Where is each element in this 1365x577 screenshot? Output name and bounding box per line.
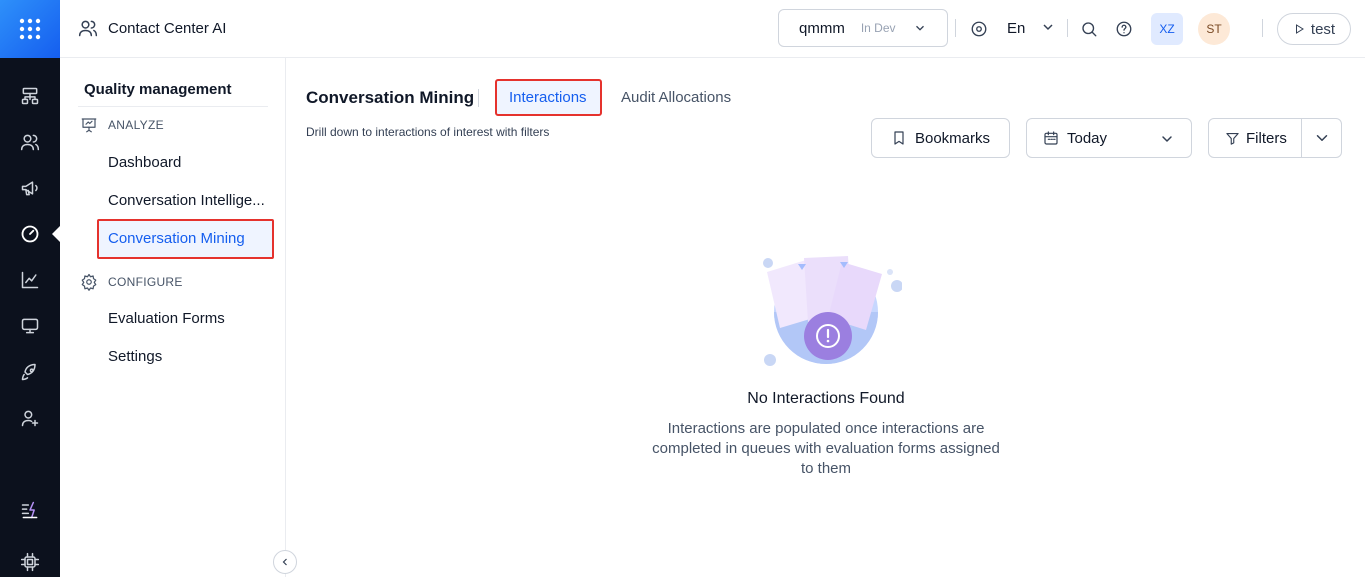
help-icon[interactable] <box>1114 19 1134 39</box>
filter-icon <box>1226 132 1239 145</box>
calendar-icon <box>1044 131 1058 145</box>
lightning-menu-icon[interactable] <box>18 498 42 522</box>
page-subtitle: Drill down to interactions of interest w… <box>306 125 550 139</box>
language-selector[interactable]: En <box>1007 20 1025 37</box>
section-configure: CONFIGURE <box>80 273 183 291</box>
sidebar-item-conversation-intelligence[interactable]: Conversation Intellige... <box>108 192 265 209</box>
chevron-down-icon[interactable] <box>1040 19 1056 35</box>
line-chart-icon[interactable] <box>18 268 42 292</box>
app-title: Contact Center AI <box>78 18 226 38</box>
presentation-chart-icon <box>81 118 97 133</box>
workspace-avatar[interactable]: XZ <box>1151 13 1183 45</box>
section-analyze: ANALYZE <box>80 116 164 134</box>
record-icon[interactable] <box>969 19 989 39</box>
workspace-env: In Dev <box>860 21 896 35</box>
divider <box>955 19 956 37</box>
users-icon <box>78 20 98 37</box>
page-title: Conversation Mining <box>306 88 475 107</box>
date-range-label: Today <box>1067 129 1108 147</box>
section-analyze-label: ANALYZE <box>108 118 164 132</box>
main-content: Conversation Mining Interactions Audit A… <box>286 58 1365 577</box>
gauge-icon[interactable] <box>18 222 42 246</box>
sidebar-title: Quality management <box>84 81 232 98</box>
workspace-name: qmmm <box>799 19 845 37</box>
chevron-down-icon <box>916 25 924 31</box>
bookmarks-button[interactable]: Bookmarks <box>871 118 1010 158</box>
play-icon <box>1295 24 1304 34</box>
chip-icon[interactable] <box>18 550 42 574</box>
add-user-icon[interactable] <box>18 406 42 430</box>
chevron-down-icon <box>1316 135 1327 141</box>
flow-icon[interactable] <box>18 84 42 108</box>
app-launcher-button[interactable] <box>0 0 60 58</box>
divider <box>78 106 268 107</box>
filters-dropdown-button[interactable] <box>1302 119 1341 157</box>
sidebar-item-conversation-mining[interactable]: Conversation Mining <box>108 230 245 247</box>
divider <box>1262 19 1263 37</box>
app-rail <box>0 0 60 577</box>
filters-control: Filters <box>1208 118 1342 158</box>
test-button[interactable]: test <box>1277 13 1351 45</box>
empty-state-description: Interactions are populated once interact… <box>652 420 1000 477</box>
empty-state-title: No Interactions Found <box>747 390 905 407</box>
rail-active-indicator <box>52 226 60 242</box>
filters-button[interactable]: Filters <box>1209 119 1302 157</box>
megaphone-icon[interactable] <box>18 176 42 200</box>
divider <box>478 89 479 107</box>
tab-audit-allocations[interactable]: Audit Allocations <box>621 89 731 106</box>
users-icon[interactable] <box>18 130 42 154</box>
empty-state-illustration <box>763 256 902 366</box>
sidebar-item-evaluation-forms[interactable]: Evaluation Forms <box>108 310 225 327</box>
rocket-icon[interactable] <box>18 360 42 384</box>
filters-label: Filters <box>1246 129 1287 147</box>
bookmarks-label: Bookmarks <box>914 129 991 147</box>
date-range-select[interactable]: Today <box>1026 118 1192 158</box>
monitor-icon[interactable] <box>18 314 42 338</box>
test-button-label: test <box>1310 20 1336 38</box>
app-title-label: Contact Center AI <box>108 19 227 37</box>
divider <box>1067 19 1068 37</box>
grid-icon <box>19 18 41 40</box>
user-avatar[interactable]: ST <box>1198 13 1230 45</box>
gear-icon <box>81 273 97 291</box>
section-configure-label: CONFIGURE <box>108 275 183 289</box>
workspace-selector[interactable]: qmmm In Dev <box>778 9 948 47</box>
sidebar: Quality management ANALYZE Dashboard Con… <box>60 58 286 577</box>
bookmark-icon <box>894 131 904 145</box>
search-icon[interactable] <box>1079 19 1099 39</box>
top-bar: Contact Center AI qmmm In Dev En XZ ST t… <box>60 0 1365 58</box>
sidebar-item-dashboard[interactable]: Dashboard <box>108 154 181 171</box>
sidebar-item-settings[interactable]: Settings <box>108 348 162 365</box>
tab-interactions[interactable]: Interactions <box>509 89 587 106</box>
chevron-down-icon <box>1162 136 1172 142</box>
